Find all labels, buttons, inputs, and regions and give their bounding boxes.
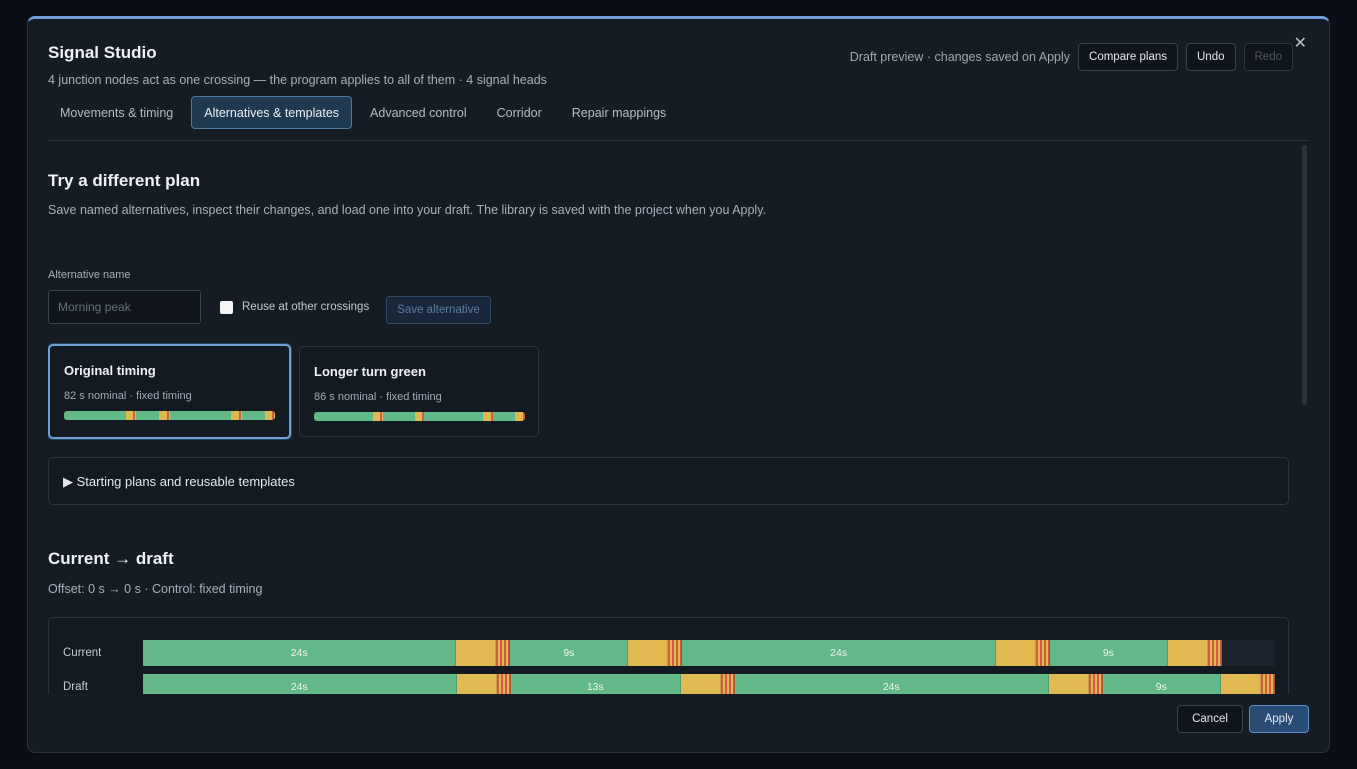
save-alternative-button[interactable]: Save alternative (386, 296, 491, 324)
diff-timeline-panel: Current 24s 9s 24s 9s Draft 24s 13s 24s 9s (48, 617, 1289, 694)
alternatives-description: Save named alternatives, inspect their c… (48, 203, 767, 217)
tab-movements-timing[interactable]: Movements & timing (48, 96, 185, 129)
phase-segment-red (1260, 674, 1275, 694)
tab-corridor[interactable]: Corridor (485, 96, 554, 129)
phase-segment-green: 9s (1049, 640, 1168, 666)
phase-segment-red (496, 640, 511, 666)
header-actions: Draft preview · changes saved on Apply C… (850, 43, 1293, 71)
dialog-title: Signal Studio (48, 43, 157, 62)
alternative-card-title: Longer turn green (314, 364, 426, 379)
tab-content: Try a different plan Save named alternat… (48, 141, 1289, 694)
undo-button[interactable]: Undo (1186, 43, 1236, 71)
alternatives-heading: Try a different plan (48, 171, 201, 190)
diff-heading: Current → draft (48, 549, 174, 568)
phase-segment-yellow (1220, 674, 1261, 694)
reuse-checkbox[interactable] (220, 301, 233, 314)
phase-segment-red (1035, 640, 1050, 666)
phase-segment-empty (1221, 640, 1276, 666)
alternative-card-subtitle: 86 s nominal · fixed timing (314, 391, 442, 403)
phase-segment-yellow (1167, 640, 1208, 666)
apply-button[interactable]: Apply (1249, 705, 1309, 733)
diff-summary: Offset: 0 s → 0 s · Control: fixed timin… (48, 582, 263, 596)
phase-segment-yellow (680, 674, 721, 694)
alternative-card-timeline (64, 411, 275, 420)
phase-segment-red (1088, 674, 1103, 694)
phase-segment-green: 24s (143, 640, 457, 666)
redo-button[interactable]: Redo (1243, 43, 1293, 71)
reuse-checkbox-label[interactable]: Reuse at other crossings (242, 301, 369, 313)
phase-segment-yellow (1048, 674, 1089, 694)
phase-segment-green: 24s (682, 640, 996, 666)
dialog-footer: Cancel Apply (1177, 705, 1309, 733)
phase-segment-red (721, 674, 736, 694)
timeline-current: 24s 9s 24s 9s (143, 640, 1276, 666)
phase-segment-yellow (628, 640, 669, 666)
alternative-card-original[interactable]: Original timing 82 s nominal · fixed tim… (48, 344, 291, 439)
diff-row-label-draft: Draft (63, 681, 88, 693)
phase-segment-yellow (456, 674, 497, 694)
diff-row-label-current: Current (63, 647, 102, 659)
phase-segment-yellow (995, 640, 1036, 666)
templates-disclosure[interactable]: ▶ Starting plans and reusable templates (48, 457, 1289, 505)
compare-plans-button[interactable]: Compare plans (1078, 43, 1178, 71)
tab-alternatives-templates[interactable]: Alternatives & templates (191, 96, 353, 129)
phase-segment-yellow (456, 640, 497, 666)
phase-segment-green: 9s (1102, 674, 1221, 694)
signal-studio-dialog: Signal Studio 4 junction nodes act as on… (27, 16, 1330, 753)
draft-note: Draft preview · changes saved on Apply (849, 50, 1071, 64)
cancel-button[interactable]: Cancel (1177, 705, 1243, 733)
alternative-name-input[interactable] (48, 290, 201, 324)
alternative-name-label: Alternative name (48, 269, 131, 281)
tab-advanced-control[interactable]: Advanced control (358, 96, 479, 129)
alternative-card-subtitle: 82 s nominal · fixed timing (64, 390, 192, 402)
phase-segment-red (496, 674, 511, 694)
alternative-card-timeline (314, 412, 525, 421)
content-scrollbar[interactable] (1302, 145, 1307, 405)
phase-segment-green: 24s (735, 674, 1049, 694)
phase-segment-green: 9s (510, 640, 629, 666)
phase-segment-green: 13s (510, 674, 681, 694)
timeline-draft: 24s 13s 24s 9s (143, 674, 1275, 694)
close-icon[interactable]: ✕ (1294, 33, 1307, 53)
phase-segment-red (668, 640, 683, 666)
alternative-card-title: Original timing (64, 363, 156, 378)
dialog-subtitle: 4 junction nodes act as one crossing — t… (48, 73, 547, 87)
tab-repair-mappings[interactable]: Repair mappings (560, 96, 679, 129)
templates-disclosure-label[interactable]: ▶ Starting plans and reusable templates (63, 474, 295, 490)
phase-segment-green: 24s (143, 674, 457, 694)
tab-bar: Movements & timing Alternatives & templa… (48, 96, 678, 129)
alternative-card-longer-turn[interactable]: Longer turn green 86 s nominal · fixed t… (299, 346, 539, 437)
phase-segment-red (1207, 640, 1222, 666)
